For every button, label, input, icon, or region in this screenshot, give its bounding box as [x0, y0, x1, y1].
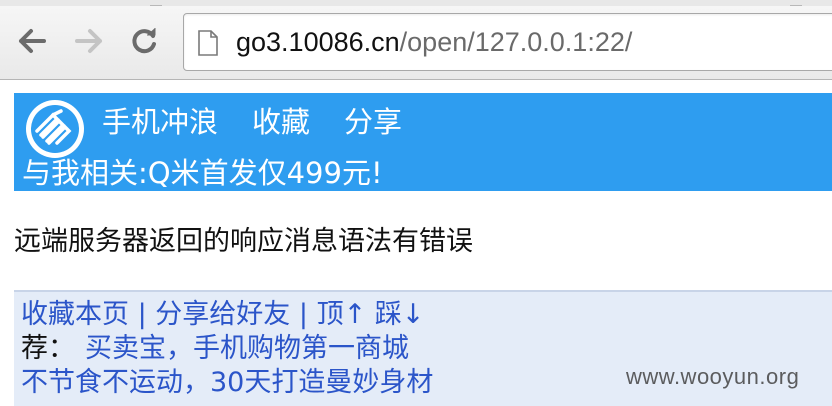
recommendation-line: 荐： 买卖宝，手机购物第一商城: [21, 332, 409, 366]
recommend-link-fitness[interactable]: 不节食不运动，30天打造曼妙身材: [21, 366, 433, 400]
reload-icon: [132, 28, 156, 54]
back-button[interactable]: [15, 26, 49, 56]
forward-arrow-icon: [75, 29, 102, 53]
separator: |: [137, 299, 147, 330]
footer-links: 收藏本页 | 分享给好友 | 顶↑ 踩↓: [21, 298, 424, 332]
document-page-icon: [198, 30, 218, 56]
upvote-link[interactable]: 顶↑: [317, 299, 367, 330]
recommend-label: 荐：: [21, 333, 75, 364]
share-friends-link[interactable]: 分享给好友: [155, 299, 290, 330]
bookmark-page-link[interactable]: 收藏本页: [21, 299, 129, 330]
separator: |: [298, 299, 308, 330]
back-arrow-icon: [19, 29, 46, 53]
error-message: 远端服务器返回的响应消息语法有错误: [14, 226, 473, 257]
downvote-link[interactable]: 踩↓: [375, 299, 425, 330]
nav-link-share[interactable]: 分享: [344, 103, 402, 141]
url-path: /open/127.0.0.1:22/: [399, 27, 633, 57]
site-header: 手机冲浪 收藏 分享 与我相关:Q米首发仅499元!: [14, 93, 832, 191]
recommend-link-maimaibao[interactable]: 买卖宝，手机购物第一商城: [85, 333, 409, 364]
url-host: go3.10086.cn: [236, 27, 400, 57]
china-mobile-logo[interactable]: [24, 98, 86, 160]
promo-link[interactable]: 与我相关:Q米首发仅499元!: [22, 155, 383, 191]
reload-button[interactable]: [128, 26, 162, 56]
browser-toolbar: go3.10086.cn/open/127.0.0.1:22/: [0, 6, 832, 80]
header-nav: 手机冲浪 收藏 分享: [102, 103, 436, 141]
forward-button[interactable]: [72, 26, 106, 56]
watermark: www.wooyun.org: [626, 364, 800, 389]
nav-link-favorites[interactable]: 收藏: [252, 103, 310, 141]
nav-link-mobile-surf[interactable]: 手机冲浪: [102, 103, 218, 141]
address-bar[interactable]: go3.10086.cn/open/127.0.0.1:22/: [183, 13, 832, 71]
url-text[interactable]: go3.10086.cn/open/127.0.0.1:22/: [236, 27, 632, 57]
